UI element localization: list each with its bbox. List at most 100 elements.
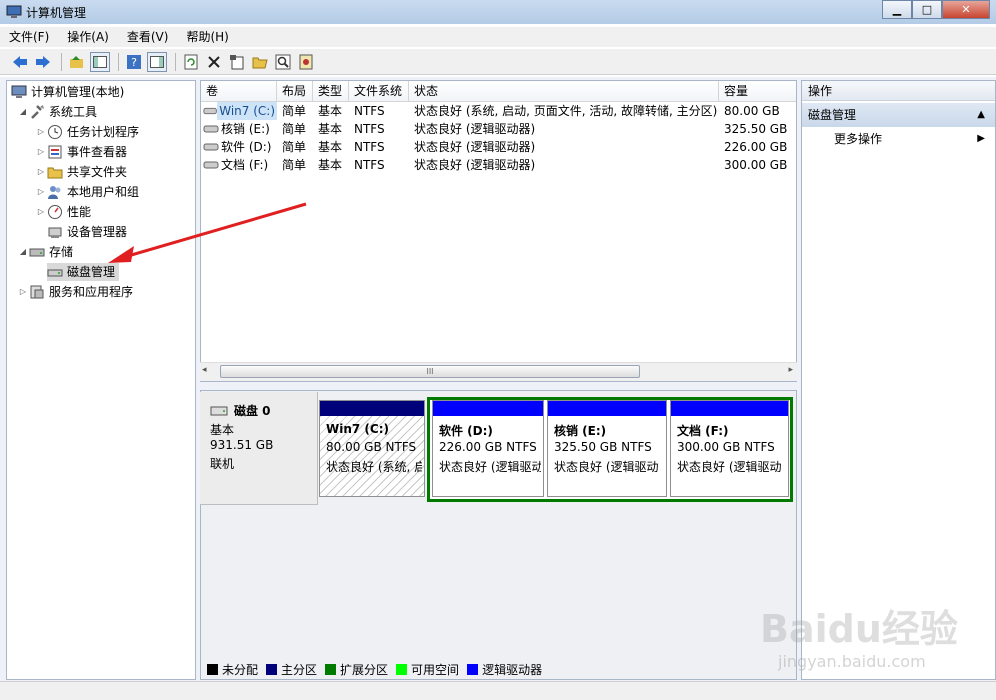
partition-title: Win7 (C:) [326,422,389,436]
tree-item-label: 共享文件夹 [67,165,128,179]
legend-label: 未分配 [222,662,259,677]
disk-0-label[interactable]: 磁盘 0 基本 931.51 GB 联机 [200,392,318,505]
tree-item-label: 事件查看器 [67,145,128,159]
partition-status: 状态良好 (系统, 启 [326,460,422,474]
actions-header: 操作 [802,81,995,101]
partition-title: 核销 (E:) [554,424,607,438]
tree-item-label: 设备管理器 [67,225,128,239]
more-actions-item[interactable]: 更多操作 ▶ [802,129,995,149]
legend: 未分配 主分区 扩展分区 可用空间 逻辑驱动器 [205,660,542,678]
column-header-status[interactable]: 状态 [409,81,719,101]
tree-item-performance[interactable]: ▷ 性能 [35,203,91,221]
tree-item-services-applications[interactable]: ▷ 服务和应用程序 [17,283,133,301]
partition-status: 状态良好 (逻辑驱动 [554,460,659,474]
volume-table-header: 卷 布局 类型 文件系统 状态 容量 [201,81,796,102]
tools-icon [31,105,44,119]
tree-item-label: 服务和应用程序 [49,285,134,299]
forward-arrow-icon[interactable] [33,52,53,72]
volume-name: 文档 (F:) [221,158,269,172]
volume-type: 基本 [318,122,343,136]
back-arrow-icon[interactable] [10,52,30,72]
column-header-layout[interactable]: 布局 [277,81,313,101]
tree-item-label: 磁盘管理 [67,265,116,279]
partition-f[interactable]: 文档 (F:) 300.00 GB NTFS 状态良好 (逻辑驱动 [670,400,789,497]
table-row[interactable]: 软件 (D:) 简单 基本 NTFS 状态良好 (逻辑驱动器) 226.00 G… [201,138,796,156]
volume-name: 软件 (D:) [221,140,272,154]
legend-label: 扩展分区 [340,662,389,677]
properties-pane-icon[interactable] [147,51,167,72]
menu-help[interactable]: 帮助(H) [177,27,237,47]
refresh-icon[interactable] [181,52,201,72]
actions-section-disk-management[interactable]: 磁盘管理 ▲ [802,103,995,127]
expand-icon[interactable]: ▷ [35,163,47,181]
shared-folder-icon [47,167,63,179]
partition-d[interactable]: 软件 (D:) 226.00 GB NTFS 状态良好 (逻辑驱动 [432,400,544,497]
scroll-right-icon[interactable]: ▸ [788,365,793,375]
partition-e[interactable]: 核销 (E:) 325.50 GB NTFS 状态良好 (逻辑驱动 [547,400,667,497]
table-row[interactable]: 核销 (E:) 简单 基本 NTFS 状态良好 (逻辑驱动器) 325.50 G… [201,120,796,138]
hard-disk-icon [210,406,228,415]
toolbar-separator [61,52,62,71]
tree-item-shared-folders[interactable]: ▷ 共享文件夹 [35,163,127,181]
menu-view[interactable]: 查看(V) [118,27,178,47]
table-row[interactable]: 文档 (F:) 简单 基本 NTFS 状态良好 (逻辑驱动器) 300.00 G… [201,156,796,174]
scroll-thumb[interactable]: III [220,365,640,378]
delete-icon[interactable] [204,52,224,72]
primary-partition-bar [320,401,424,416]
tree-item-task-scheduler[interactable]: ▷ 任务计划程序 [35,123,139,141]
tree-item-system-tools[interactable]: ◢ 系统工具 [17,103,97,121]
expand-icon[interactable]: ▷ [17,283,29,301]
tree-item-label: 任务计划程序 [67,125,140,139]
disk-name: 磁盘 0 [234,404,271,418]
expand-icon[interactable]: ▷ [35,143,47,161]
tree-item-device-manager[interactable]: 设备管理器 [47,223,127,241]
disk-size: 931.51 GB [210,438,274,452]
column-header-capacity[interactable]: 容量 [719,81,796,101]
volume-status: 状态良好 (逻辑驱动器) [414,158,536,172]
tree-item-local-users-groups[interactable]: ▷ 本地用户和组 [35,183,139,201]
partition-status: 状态良好 (逻辑驱动 [677,460,782,474]
volume-layout: 简单 [282,104,307,118]
legend-label: 逻辑驱动器 [482,662,543,677]
table-row[interactable]: Win7 (C:) 简单 基本 NTFS 状态良好 (系统, 启动, 页面文件,… [201,102,796,120]
disk-status: 联机 [210,457,235,471]
collapse-up-icon[interactable]: ▲ [977,103,985,127]
collapse-icon[interactable]: ◢ [17,103,29,121]
clock-icon [48,125,62,139]
help-icon[interactable]: ? [124,52,144,72]
minimize-button[interactable]: ▁ [882,0,912,19]
legend-label: 主分区 [281,662,318,677]
legend-swatch-unallocated [207,663,218,675]
tree-item-computer-management[interactable]: 计算机管理(本地) [11,83,124,101]
volume-list: 卷 布局 类型 文件系统 状态 容量 Win7 (C:) 简单 基本 NTFS … [200,80,797,382]
column-header-type[interactable]: 类型 [313,81,349,101]
expand-icon[interactable]: ▷ [35,203,47,221]
tree-item-event-viewer[interactable]: ▷ 事件查看器 [35,143,127,161]
open-folder-icon[interactable] [250,52,270,72]
close-button[interactable]: ✕ [942,0,990,19]
tree-item-disk-management[interactable]: 磁盘管理 [47,263,120,281]
menu-action[interactable]: 操作(A) [58,27,118,47]
partition-status: 状态良好 (逻辑驱动 [439,460,541,474]
horizontal-scrollbar[interactable]: ◂ III ▸ [200,362,797,381]
expand-icon[interactable]: ▷ [35,183,47,201]
partition-c[interactable]: Win7 (C:) 80.00 GB NTFS 状态良好 (系统, 启 [319,400,425,497]
properties-icon[interactable] [227,52,247,72]
search-icon[interactable] [273,52,293,72]
show-hide-tree-icon[interactable] [90,51,110,72]
column-header-filesystem[interactable]: 文件系统 [349,81,409,101]
scroll-left-icon[interactable]: ◂ [202,365,207,375]
column-header-volume[interactable]: 卷 [201,81,277,101]
up-folder-icon[interactable] [67,52,87,72]
window-controls: ▁ □ ✕ [882,0,990,19]
collapse-icon[interactable]: ◢ [17,243,29,261]
expand-icon[interactable]: ▷ [35,123,47,141]
status-bar [0,681,996,700]
menu-file[interactable]: 文件(F) [0,27,58,47]
export-icon[interactable] [296,52,316,72]
services-icon [30,285,44,299]
tree-item-storage[interactable]: ◢ 存储 [17,243,73,261]
partition-size: 226.00 GB NTFS [439,440,537,454]
legend-label: 可用空间 [411,662,460,677]
maximize-button[interactable]: □ [912,0,942,19]
